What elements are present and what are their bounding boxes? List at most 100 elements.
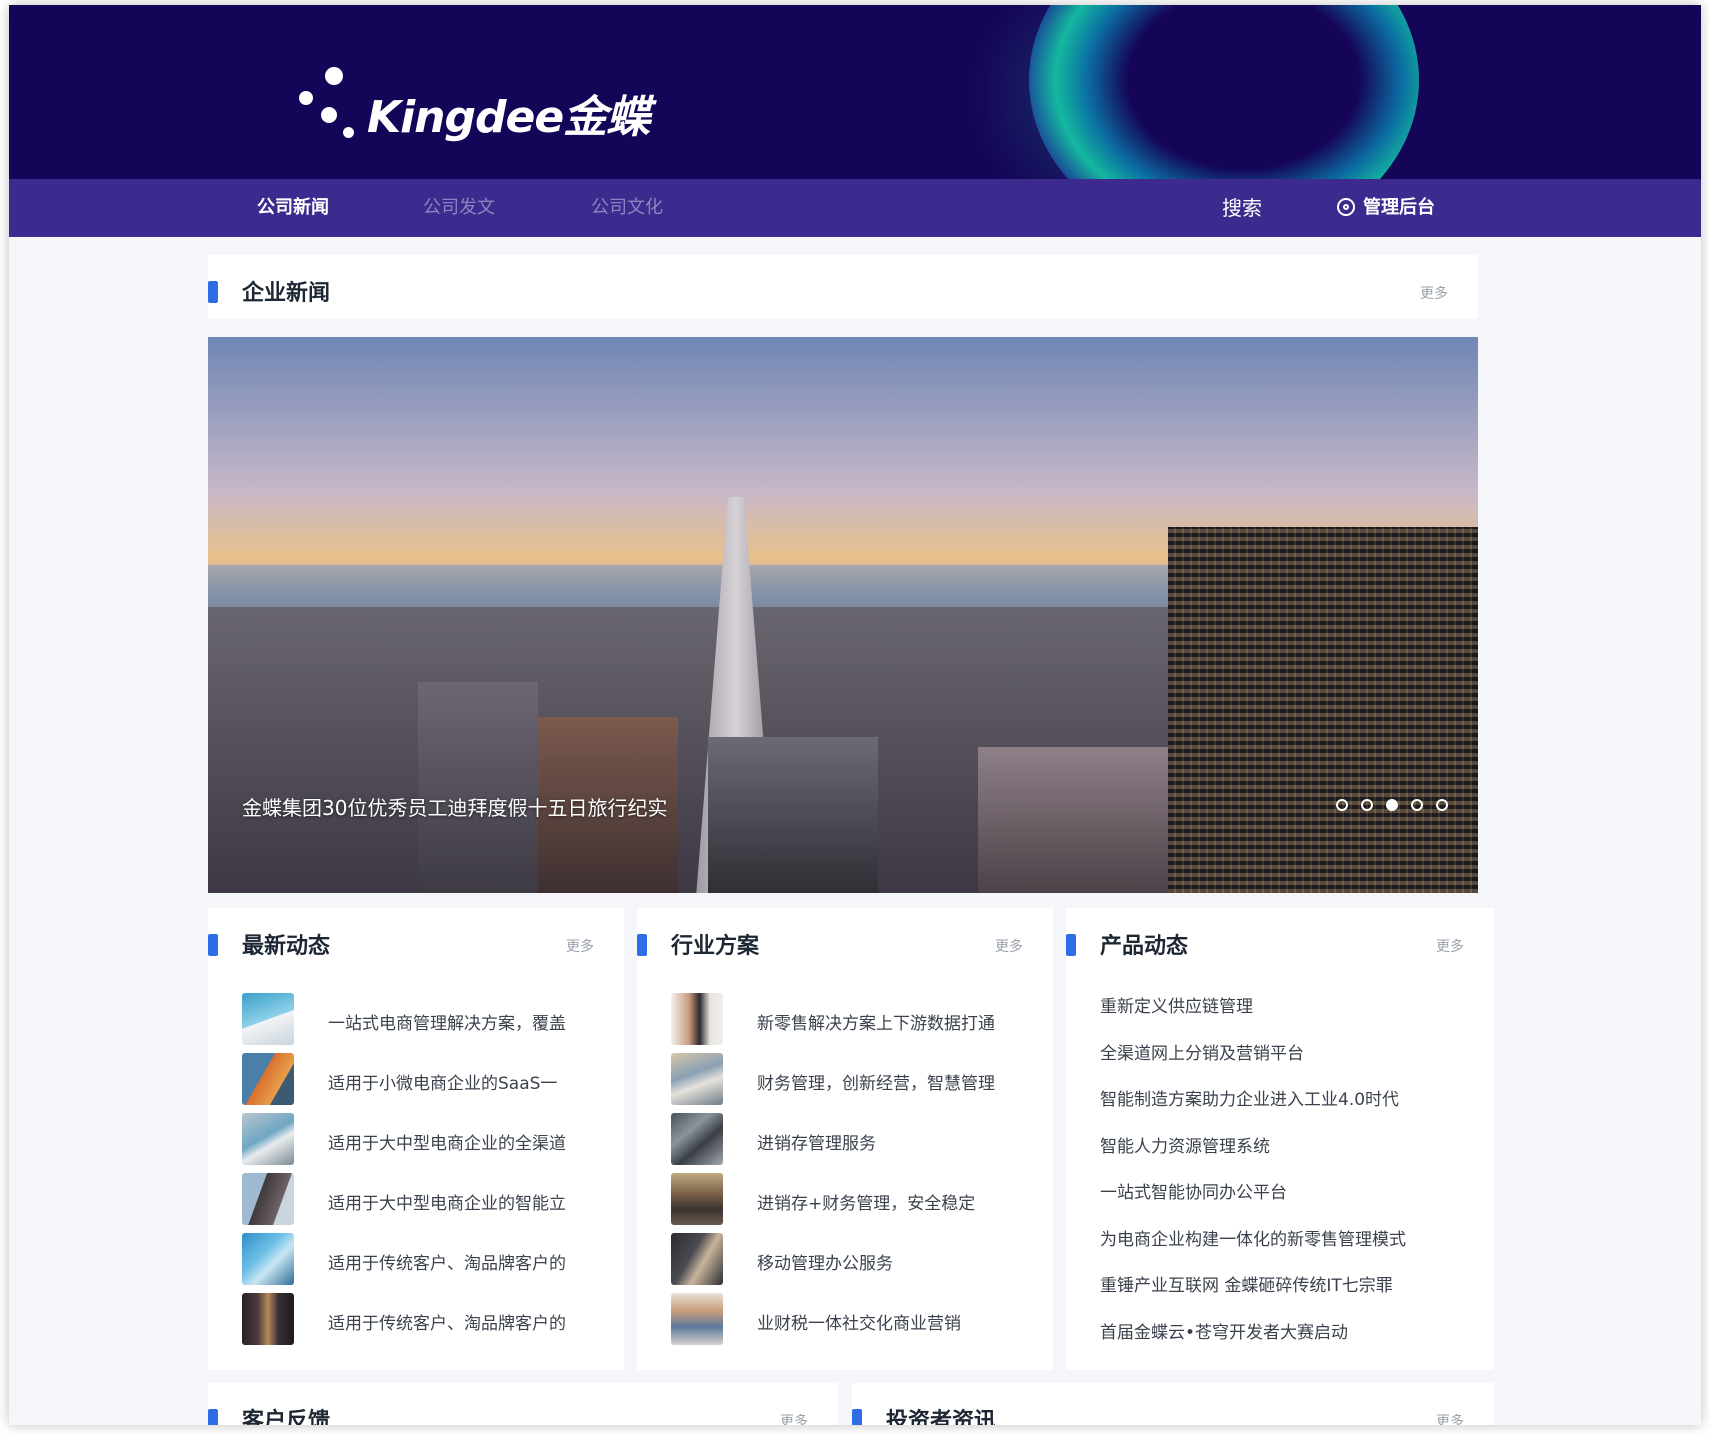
list-item[interactable]: 一站式电商管理解决方案，覆盖 (242, 993, 602, 1045)
section-title: 企业新闻 (242, 281, 331, 306)
kingdee-logo[interactable]: Kingdee金蝶 (299, 67, 650, 147)
item-thumbnail (242, 1233, 294, 1285)
list-item[interactable]: 移动管理办公服务 (671, 1233, 1031, 1285)
carousel-pagination (1336, 799, 1448, 811)
news-carousel[interactable]: 金蝶集团30位优秀员工迪拜度假十五日旅行纪实 (208, 337, 1478, 893)
section-header: 行业方案 更多 (637, 908, 1053, 972)
nav-item-company-news[interactable]: 公司新闻 (257, 179, 329, 237)
product-link[interactable]: 重新定义供应链管理 (1100, 992, 1253, 1017)
section-header: 企业新闻 更多 (208, 255, 1478, 319)
product-news-section: 产品动态 更多 重新定义供应链管理 全渠道网上分销及营销平台 智能制造方案助力企… (1066, 908, 1494, 1370)
admin-label: 管理后台 (1363, 197, 1435, 218)
carousel-dot[interactable] (1411, 799, 1423, 811)
carousel-image-skyscraper (1168, 527, 1478, 893)
item-thumbnail (671, 1233, 723, 1285)
product-link[interactable]: 全渠道网上分销及营销平台 (1100, 1039, 1304, 1064)
list-item[interactable]: 进销存管理服务 (671, 1113, 1031, 1165)
more-link[interactable]: 更多 (780, 1411, 808, 1425)
carousel-image-building (418, 682, 538, 893)
section-marker (852, 1409, 862, 1425)
banner-glow-ring (1029, 5, 1419, 179)
gear-icon (1337, 198, 1355, 216)
item-title: 进销存+财务管理，安全稳定 (757, 1194, 976, 1214)
item-title: 适用于大中型电商企业的智能立 (328, 1194, 566, 1214)
item-thumbnail (671, 1293, 723, 1345)
enterprise-news-section: 企业新闻 更多 金蝶集团30位优秀员工迪拜度假十五日旅行纪实 (208, 255, 1494, 895)
list-item[interactable]: 业财税一体社交化商业营销 (671, 1293, 1031, 1345)
item-thumbnail (242, 1113, 294, 1165)
nav-item-company-culture[interactable]: 公司文化 (591, 179, 663, 237)
logo-dot (321, 107, 337, 123)
item-title: 适用于传统客户、淘品牌客户的 (328, 1254, 566, 1274)
item-thumbnail (242, 993, 294, 1045)
item-thumbnail (671, 1173, 723, 1225)
section-marker (208, 281, 218, 303)
more-link[interactable]: 更多 (1436, 936, 1464, 956)
carousel-dot[interactable] (1336, 799, 1348, 811)
search-link[interactable]: 搜索 (1222, 179, 1262, 237)
product-link[interactable]: 智能人力资源管理系统 (1100, 1132, 1270, 1157)
list-item[interactable]: 适用于传统客户、淘品牌客户的 (242, 1233, 602, 1285)
section-title: 客户反馈 (242, 1409, 331, 1425)
more-link[interactable]: 更多 (995, 936, 1023, 956)
section-header: 产品动态 更多 (1066, 908, 1494, 972)
section-marker (637, 934, 647, 956)
section-title: 产品动态 (1100, 934, 1189, 959)
logo-dot (343, 127, 354, 138)
investor-news-section: 投资者资讯 更多 (852, 1383, 1494, 1425)
logo-dot (325, 67, 343, 85)
section-header: 最新动态 更多 (208, 908, 624, 972)
section-title: 投资者资讯 (886, 1409, 997, 1425)
item-title: 适用于大中型电商企业的全渠道 (328, 1134, 566, 1154)
item-title: 移动管理办公服务 (757, 1254, 893, 1274)
item-title: 一站式电商管理解决方案，覆盖 (328, 1014, 566, 1034)
logo-dot (299, 91, 313, 105)
list-item[interactable]: 进销存+财务管理，安全稳定 (671, 1173, 1031, 1225)
customer-feedback-section: 客户反馈 更多 (208, 1383, 838, 1425)
section-title: 最新动态 (242, 934, 331, 959)
nav-item-company-documents[interactable]: 公司发文 (423, 179, 495, 237)
list-item[interactable]: 适用于小微电商企业的SaaS一 (242, 1053, 602, 1105)
logo-wordmark: Kingdee金蝶 (367, 92, 650, 143)
section-marker (1066, 934, 1076, 956)
item-thumbnail (671, 993, 723, 1045)
carousel-caption[interactable]: 金蝶集团30位优秀员工迪拜度假十五日旅行纪实 (242, 792, 667, 821)
product-link[interactable]: 智能制造方案助力企业进入工业4.0时代 (1100, 1085, 1399, 1110)
page-frame: Kingdee金蝶 公司新闻 公司发文 公司文化 搜索 管理后台 企业新闻 更多… (9, 5, 1701, 1425)
main-nav: 公司新闻 公司发文 公司文化 搜索 管理后台 (9, 179, 1701, 237)
product-link[interactable]: 一站式智能协同办公平台 (1100, 1178, 1287, 1203)
item-title: 适用于小微电商企业的SaaS一 (328, 1074, 558, 1094)
product-link[interactable]: 首届金蝶云•苍穹开发者大赛启动 (1100, 1318, 1348, 1343)
carousel-dot-active[interactable] (1386, 799, 1398, 811)
item-title: 适用于传统客户、淘品牌客户的 (328, 1314, 566, 1334)
section-title: 行业方案 (671, 934, 760, 959)
item-thumbnail (242, 1053, 294, 1105)
item-thumbnail (671, 1053, 723, 1105)
more-link[interactable]: 更多 (1420, 283, 1448, 303)
item-thumbnail (242, 1173, 294, 1225)
list-item[interactable]: 财务管理，创新经营，智慧管理 (671, 1053, 1031, 1105)
list-item[interactable]: 新零售解决方案上下游数据打通 (671, 993, 1031, 1045)
product-link[interactable]: 为电商企业构建一体化的新零售管理模式 (1100, 1225, 1406, 1250)
item-thumbnail (242, 1293, 294, 1345)
item-title: 进销存管理服务 (757, 1134, 876, 1154)
industry-solutions-section: 行业方案 更多 新零售解决方案上下游数据打通 财务管理，创新经营，智慧管理 进销… (637, 908, 1053, 1370)
more-link[interactable]: 更多 (1436, 1411, 1464, 1425)
carousel-image-building (978, 747, 1168, 893)
item-title: 新零售解决方案上下游数据打通 (757, 1014, 995, 1034)
carousel-dot[interactable] (1436, 799, 1448, 811)
admin-link[interactable]: 管理后台 (1337, 179, 1435, 237)
latest-updates-section: 最新动态 更多 一站式电商管理解决方案，覆盖 适用于小微电商企业的SaaS一 适… (208, 908, 624, 1370)
item-thumbnail (671, 1113, 723, 1165)
list-item[interactable]: 适用于大中型电商企业的全渠道 (242, 1113, 602, 1165)
more-link[interactable]: 更多 (566, 936, 594, 956)
item-title: 业财税一体社交化商业营销 (757, 1314, 961, 1334)
header-banner: Kingdee金蝶 (9, 5, 1701, 179)
list-item[interactable]: 适用于传统客户、淘品牌客户的 (242, 1293, 602, 1345)
carousel-image-building (708, 737, 878, 893)
item-title: 财务管理，创新经营，智慧管理 (757, 1074, 995, 1094)
carousel-dot[interactable] (1361, 799, 1373, 811)
product-link[interactable]: 重锤产业互联网 金蝶砸碎传统IT七宗罪 (1100, 1271, 1393, 1296)
section-marker (208, 934, 218, 956)
list-item[interactable]: 适用于大中型电商企业的智能立 (242, 1173, 602, 1225)
